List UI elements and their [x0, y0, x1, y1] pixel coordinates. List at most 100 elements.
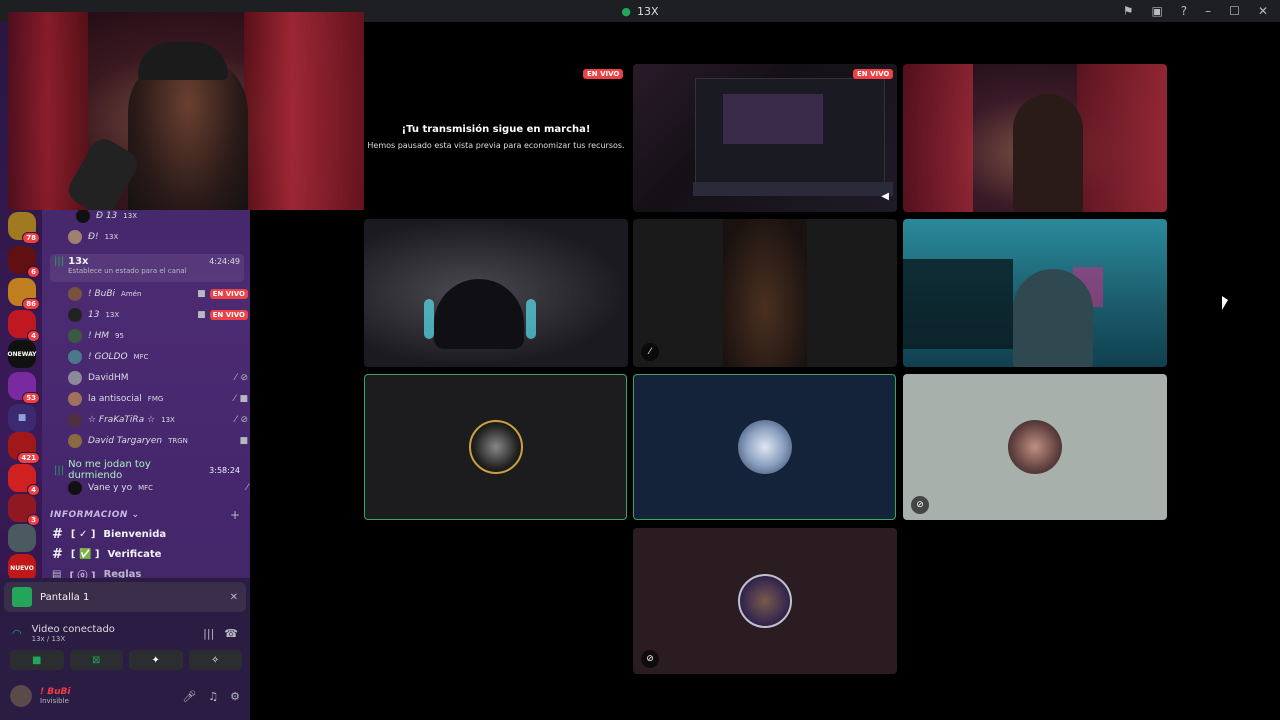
window-title: ● 13X: [621, 4, 659, 18]
server-icon-10[interactable]: 3: [8, 494, 40, 526]
category-informacion[interactable]: INFORMACION ⌄: [50, 510, 140, 520]
stop-share-icon[interactable]: ✕: [230, 592, 238, 603]
add-channel-icon[interactable]: +: [230, 508, 240, 522]
user-video-tile-bubi[interactable]: [903, 64, 1167, 212]
live-badge: EN VIVO: [583, 69, 624, 79]
live-badge: EN VIVO: [853, 69, 894, 79]
avatar: [1008, 420, 1062, 474]
voice-user[interactable]: ! BuBi Amén ■ EN VIVO: [68, 284, 248, 304]
server-icon-11[interactable]: [8, 524, 36, 552]
voice-user[interactable]: ! GOLDO MFC: [68, 347, 248, 367]
camera-icon: ■: [239, 436, 248, 446]
avatar: [68, 392, 82, 406]
webcam-overlay: [8, 12, 364, 210]
channel-status[interactable]: Establece un estado para el canal: [54, 267, 240, 275]
screen-icon: [12, 587, 32, 607]
avatar: [68, 230, 82, 244]
voice-channel-link[interactable]: 13x / 13X: [32, 635, 115, 643]
activities-button[interactable]: ✦: [129, 650, 183, 670]
voice-user[interactable]: ! HM 95: [68, 326, 248, 346]
inbox-icon[interactable]: ▣: [1151, 4, 1162, 18]
server-icon-3[interactable]: 86: [8, 278, 40, 310]
noise-suppression-icon[interactable]: |||: [203, 627, 214, 640]
avatar: [68, 308, 82, 322]
avatar: [68, 371, 82, 385]
user-panel: ! BuBi Invisible 🎤︎ ♫ ⚙: [4, 680, 246, 712]
stream-paused-tile[interactable]: [364, 64, 628, 212]
volume-icon[interactable]: ◀: [881, 191, 889, 202]
camera-icon: ■: [197, 289, 206, 299]
text-channel-verificate[interactable]: # [ ✅ ] Verificate: [42, 544, 242, 564]
avatar: [68, 329, 82, 343]
avatar: [68, 287, 82, 301]
camera-button[interactable]: ■: [10, 650, 64, 670]
avatar: [68, 481, 82, 495]
voice-channel-icon: |||: [54, 256, 65, 267]
voice-channel-13x[interactable]: ||| 13x 4:24:49 Establece un estado para…: [50, 254, 244, 282]
text-channel-bienvenida[interactable]: # [ ✓ ] Bienvenida: [42, 524, 242, 544]
deafened-icon: ⊘: [240, 415, 248, 425]
close-button[interactable]: ✕: [1258, 4, 1268, 18]
avatar: [737, 420, 792, 474]
avatar: [76, 209, 90, 223]
settings-gear-icon[interactable]: ⚙: [230, 690, 240, 703]
voice-user[interactable]: la antisocial FMG ⁄ ■: [68, 389, 248, 409]
voice-controls: ■ ⊠ ✦ ✧: [10, 650, 242, 670]
folder-icon[interactable]: ■: [8, 404, 36, 432]
server-icon-6[interactable]: 53: [8, 372, 40, 404]
disconnect-icon[interactable]: ☎: [224, 627, 238, 640]
voice-channel-icon: |||: [54, 464, 65, 476]
voice-user[interactable]: ☆ FraKaTiRa ☆ 13X ⁄ ⊘: [68, 410, 248, 430]
voice-user[interactable]: Ð! 13X: [68, 227, 248, 247]
share-screen-button[interactable]: ⊠: [69, 650, 123, 670]
mic-muted-icon: ⁄: [234, 415, 237, 425]
flag-icon[interactable]: ⚑: [1123, 4, 1134, 18]
hash-icon: #: [52, 546, 63, 562]
server-icon-1[interactable]: 78: [8, 212, 40, 244]
voice-user[interactable]: Vane y yo MFC ⁄: [68, 478, 248, 498]
mic-muted-icon: ⁄: [233, 394, 236, 404]
camera-icon: ■: [239, 394, 248, 404]
mic-muted-icon: ⁄: [641, 343, 659, 361]
server-icon-2[interactable]: 6: [8, 246, 40, 278]
avatar[interactable]: [10, 685, 32, 707]
mic-muted-icon: ⁄: [246, 483, 248, 493]
server-icon-8[interactable]: 421: [8, 432, 40, 464]
mouse-cursor: [1222, 296, 1228, 310]
headphones-icon[interactable]: ♫: [208, 690, 218, 703]
soundboard-button[interactable]: ✧: [188, 650, 242, 670]
user-avatar-tile-1[interactable]: [364, 374, 627, 520]
server-icon-oneway[interactable]: ONEWAY: [8, 340, 37, 368]
user-avatar-tile-2[interactable]: [633, 374, 896, 520]
user-video-tile-3[interactable]: ⁄: [633, 219, 897, 367]
server-icon-4[interactable]: 4: [8, 310, 40, 342]
voice-user[interactable]: 13 13X ■ EN VIVO: [68, 305, 248, 325]
deafened-icon: ⊘: [240, 373, 248, 383]
deafened-icon: ⊘: [911, 496, 929, 514]
user-avatar-tile-3[interactable]: ⊘: [903, 374, 1167, 520]
avatar: [468, 420, 523, 474]
minimize-button[interactable]: –: [1205, 4, 1211, 18]
signal-icon[interactable]: ◠: [12, 627, 22, 640]
screen-share-tile[interactable]: ◀: [633, 64, 897, 212]
server-icon-9[interactable]: 4: [8, 464, 40, 496]
avatar: [68, 413, 82, 427]
voice-connection: ◠ Video conectado 13x / 13X ||| ☎: [12, 623, 238, 643]
avatar: [68, 434, 82, 448]
avatar: [68, 350, 82, 364]
hash-icon: #: [52, 526, 63, 542]
camera-icon: ■: [197, 310, 206, 320]
user-avatar-tile-4[interactable]: ⊘: [633, 528, 897, 674]
voice-user[interactable]: David Targaryen TRGN ■: [68, 431, 248, 451]
microphone-icon[interactable]: 🎤︎: [182, 690, 196, 703]
paused-subtitle: Hemos pausado esta vista previa para eco…: [367, 141, 625, 150]
screen-share-row[interactable]: Pantalla 1 ✕: [4, 582, 246, 612]
user-video-tile-2[interactable]: [364, 219, 628, 367]
avatar: [738, 574, 792, 628]
guild-tag: 13X: [104, 233, 119, 241]
deafened-icon: ⊘: [641, 650, 659, 668]
user-video-tile-4[interactable]: [903, 219, 1167, 367]
maximize-button[interactable]: ☐: [1229, 4, 1240, 18]
voice-user[interactable]: DavidHM ⁄ ⊘: [68, 368, 248, 388]
help-icon[interactable]: ?: [1181, 4, 1187, 18]
